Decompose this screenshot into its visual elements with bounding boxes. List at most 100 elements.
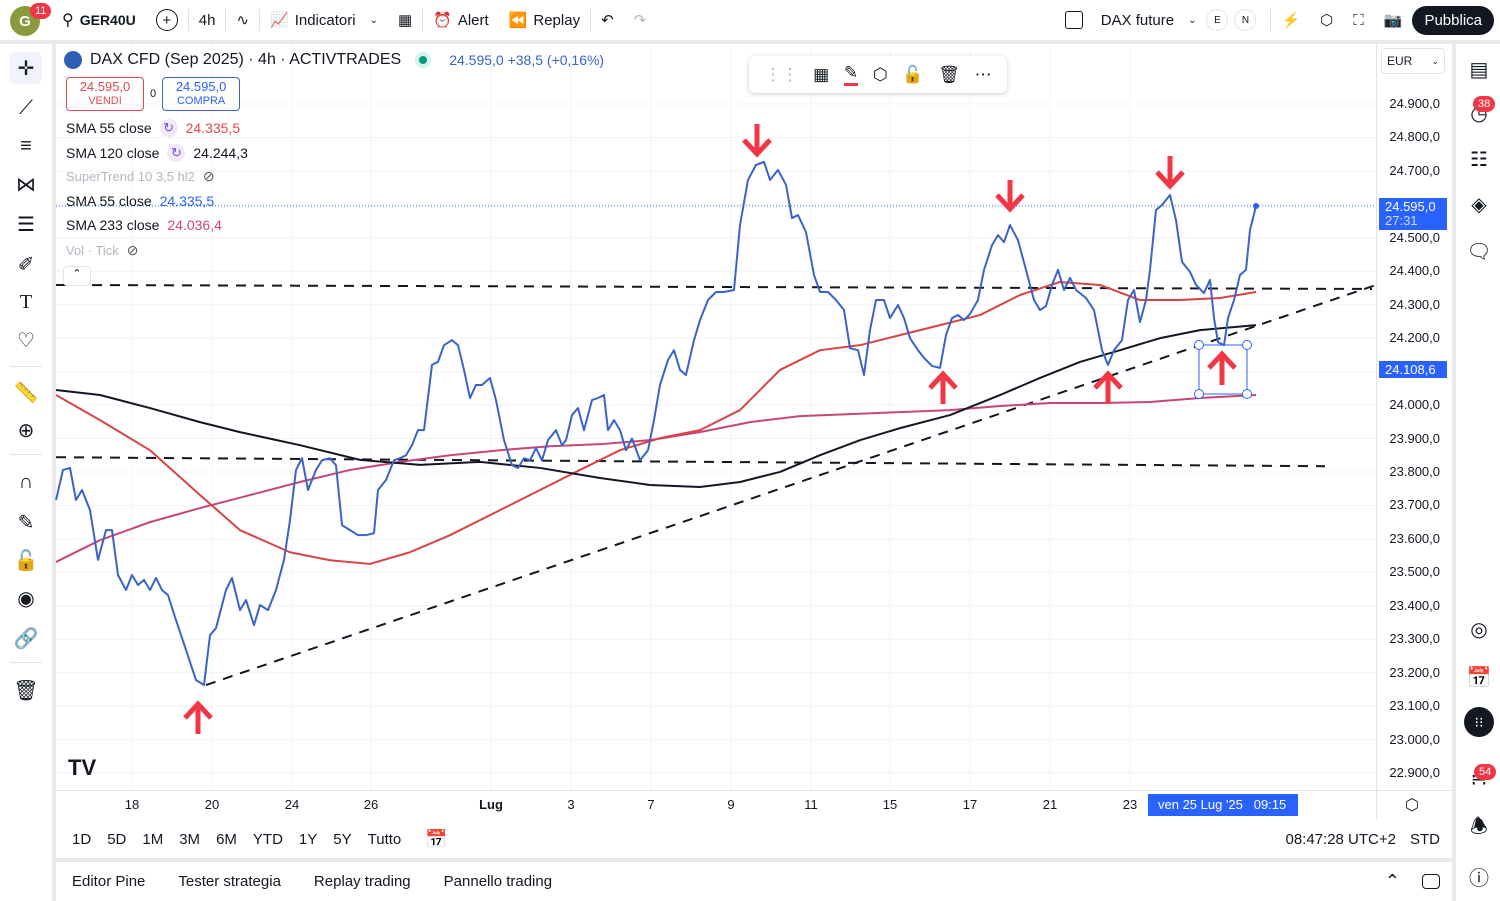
drag-handle-icon[interactable]: ⋮⋮ xyxy=(764,65,798,85)
trade-buttons: 24.595,0 VENDI 0 24.595,0 COMPRA xyxy=(66,77,241,111)
sell-button[interactable]: 24.595,0 VENDI xyxy=(66,77,144,111)
watchlist-icon: ▤ xyxy=(1469,58,1489,81)
apps-button[interactable]: ⁝⁝ xyxy=(1464,707,1494,737)
hidden-eye-icon[interactable]: ⊘ xyxy=(203,168,215,185)
indicator-value: 24.335,5 xyxy=(159,192,215,209)
calendar-icon: 📅 xyxy=(1466,666,1492,689)
price-tick: 23.600,0 xyxy=(1389,530,1440,546)
grid xyxy=(56,44,1376,790)
indicator-legend-row[interactable]: SMA 120 close ↻ 24.244,3 xyxy=(66,143,248,162)
settings-icon[interactable]: ⬡ xyxy=(873,65,888,85)
right-toolbar: ▤ ◷ 38 ☷ ◈ 🗨 ◎ 📅 ⁝⁝ ∺ 54 🕭 ⓘ xyxy=(1456,44,1500,901)
arrow-up-icon[interactable] xyxy=(1093,370,1123,404)
currency-label: EUR xyxy=(1387,54,1413,68)
more-icon[interactable]: ⋯ xyxy=(975,65,992,85)
hidden-eye-icon[interactable]: ⊘ xyxy=(127,242,139,259)
indicator-legend-row[interactable]: SMA 55 close 24.335,5 xyxy=(66,193,214,209)
session-label[interactable]: STD xyxy=(1410,831,1440,848)
range-3m[interactable]: 3M xyxy=(171,831,208,848)
bar-countdown: 27:31 xyxy=(1385,213,1418,228)
tradingview-logo: TV xyxy=(68,755,96,780)
range-tutto[interactable]: Tutto xyxy=(360,831,410,848)
range-ytd[interactable]: YTD xyxy=(245,831,291,848)
layers-button[interactable]: ◈ xyxy=(1464,189,1494,219)
unlock-icon[interactable]: 🔓 xyxy=(902,65,923,85)
sync-icon: ↻ xyxy=(159,119,178,137)
chevron-up-icon: ⌃ xyxy=(72,268,82,280)
news-badge: 54 xyxy=(1474,764,1497,780)
help-button[interactable]: ⓘ xyxy=(1464,861,1494,891)
price-tick: 23.300,0 xyxy=(1389,631,1440,647)
range-5d[interactable]: 5D xyxy=(99,831,134,848)
range-1m[interactable]: 1M xyxy=(134,831,171,848)
time-scale[interactable]: 18 20 24 26 Lug 3 7 9 11 15 17 21 23 ven 25 Lug '25 … xyxy=(56,790,1452,821)
currency-select[interactable]: EUR ⌄ xyxy=(1381,48,1445,74)
symbol-quote: 24.595,0 +38,5 (+0,16%) xyxy=(449,52,605,68)
symbol-legend[interactable]: DAX CFD (Sep 2025) · 4h · ACTIVTRADES 24… xyxy=(64,51,605,69)
buy-button[interactable]: 24.595,0 COMPRA xyxy=(162,77,241,111)
template-icon[interactable]: ▦ xyxy=(813,65,829,85)
chevron-up-icon[interactable]: ⌃ xyxy=(1385,871,1400,892)
price-tick: 24.500,0 xyxy=(1389,229,1440,245)
indicator-name: SuperTrend 10 3,5 hl2 xyxy=(66,169,195,184)
indicator-name: Vol · Tick xyxy=(66,242,119,258)
fill-color-icon[interactable]: ✎ xyxy=(843,63,859,86)
indicator-value: 24.335,5 xyxy=(185,120,241,136)
clock[interactable]: 08:47:28 UTC+2 xyxy=(1286,831,1397,848)
time-tick: 23 xyxy=(1122,797,1138,812)
price-tick: 23.700,0 xyxy=(1389,497,1440,513)
trash-icon[interactable]: 🗑 xyxy=(938,65,960,85)
series-dax-cfd-close[interactable] xyxy=(55,160,1257,687)
eu-flag-icon xyxy=(64,51,82,69)
time-tick: 18 xyxy=(124,797,140,812)
help-icon: ⓘ xyxy=(1469,867,1489,890)
alerts-badge: 38 xyxy=(1473,96,1496,112)
bottom-tab[interactable]: Pannello trading xyxy=(444,873,552,890)
series-sma-233-close[interactable] xyxy=(55,394,1257,563)
arrow-up-icon[interactable] xyxy=(1207,350,1237,385)
data-window-button[interactable]: ◎ xyxy=(1464,614,1494,644)
support-line[interactable] xyxy=(55,456,1326,468)
resistance-line[interactable] xyxy=(55,283,1373,290)
price-tick: 24.900,0 xyxy=(1389,96,1440,111)
arrow-up-icon[interactable] xyxy=(928,370,958,404)
bottom-tab[interactable]: Replay trading xyxy=(314,873,411,890)
crosshair-price-label: 24.108,6 xyxy=(1379,361,1447,378)
goto-date-icon[interactable]: 📅 xyxy=(425,829,447,850)
apps-grid-icon: ⁝⁝ xyxy=(1474,713,1484,730)
crosshair-time-label: ven 25 Lug '25 09:15 xyxy=(1148,794,1298,816)
range-bar: 1D 5D 1M 3M 6M YTD 1Y 5Y Tutto 📅 08:47:28 UTC+2 … xyxy=(56,820,1452,858)
maximize-panel-icon[interactable] xyxy=(1422,874,1440,889)
price-tick: 23.000,0 xyxy=(1389,731,1440,747)
bottom-tab[interactable]: Editor Pine xyxy=(72,873,145,890)
sell-price: 24.595,0 xyxy=(79,79,131,94)
arrow-up-icon[interactable] xyxy=(183,700,213,734)
price-scale[interactable]: EUR ⌄ 24.900,0 24.800,0 24.700,0 24.500,0 24.… xyxy=(1376,44,1452,790)
object-tree-button[interactable]: ☷ xyxy=(1464,144,1494,174)
price-tick: 24.200,0 xyxy=(1389,330,1440,346)
indicator-legend-row[interactable]: SMA 233 close 24.036,4 xyxy=(66,217,222,233)
list-add-icon: ☷ xyxy=(1470,148,1488,171)
chat-button[interactable]: 🗨 xyxy=(1464,236,1494,266)
notifications-button[interactable]: 🕭 xyxy=(1464,814,1494,844)
price-tick: 23.100,0 xyxy=(1389,698,1440,714)
indicator-legend-row[interactable]: SuperTrend 10 3,5 hl2 ⊘ xyxy=(66,168,215,185)
scale-settings-icon[interactable]: ⬡ xyxy=(1405,795,1419,815)
range-5y[interactable]: 5Y xyxy=(325,831,359,848)
bottom-tab[interactable]: Tester strategia xyxy=(178,873,281,890)
time-tick: 20 xyxy=(204,797,220,812)
bell-icon: 🕭 xyxy=(1470,816,1488,838)
calendar-button[interactable]: 📅 xyxy=(1464,662,1494,692)
series-sma-55-close[interactable] xyxy=(55,280,1257,565)
watchlist-button[interactable]: ▤ xyxy=(1464,54,1494,84)
indicator-value: 24.036,4 xyxy=(167,217,222,233)
symbol-title: DAX CFD (Sep 2025) · 4h · ACTIVTRADES xyxy=(90,51,402,68)
indicator-legend-row[interactable]: SMA 55 close ↻ 24.335,5 xyxy=(66,119,240,137)
indicator-legend-row[interactable]: Vol · Tick ⊘ xyxy=(66,242,138,259)
collapse-legend-button[interactable]: ⌃ xyxy=(63,266,91,286)
range-6m[interactable]: 6M xyxy=(208,831,245,848)
range-1d[interactable]: 1D xyxy=(64,831,99,848)
price-tick: 23.200,0 xyxy=(1389,664,1440,680)
arrow-down-icon[interactable] xyxy=(742,124,772,158)
range-1y[interactable]: 1Y xyxy=(291,831,325,848)
